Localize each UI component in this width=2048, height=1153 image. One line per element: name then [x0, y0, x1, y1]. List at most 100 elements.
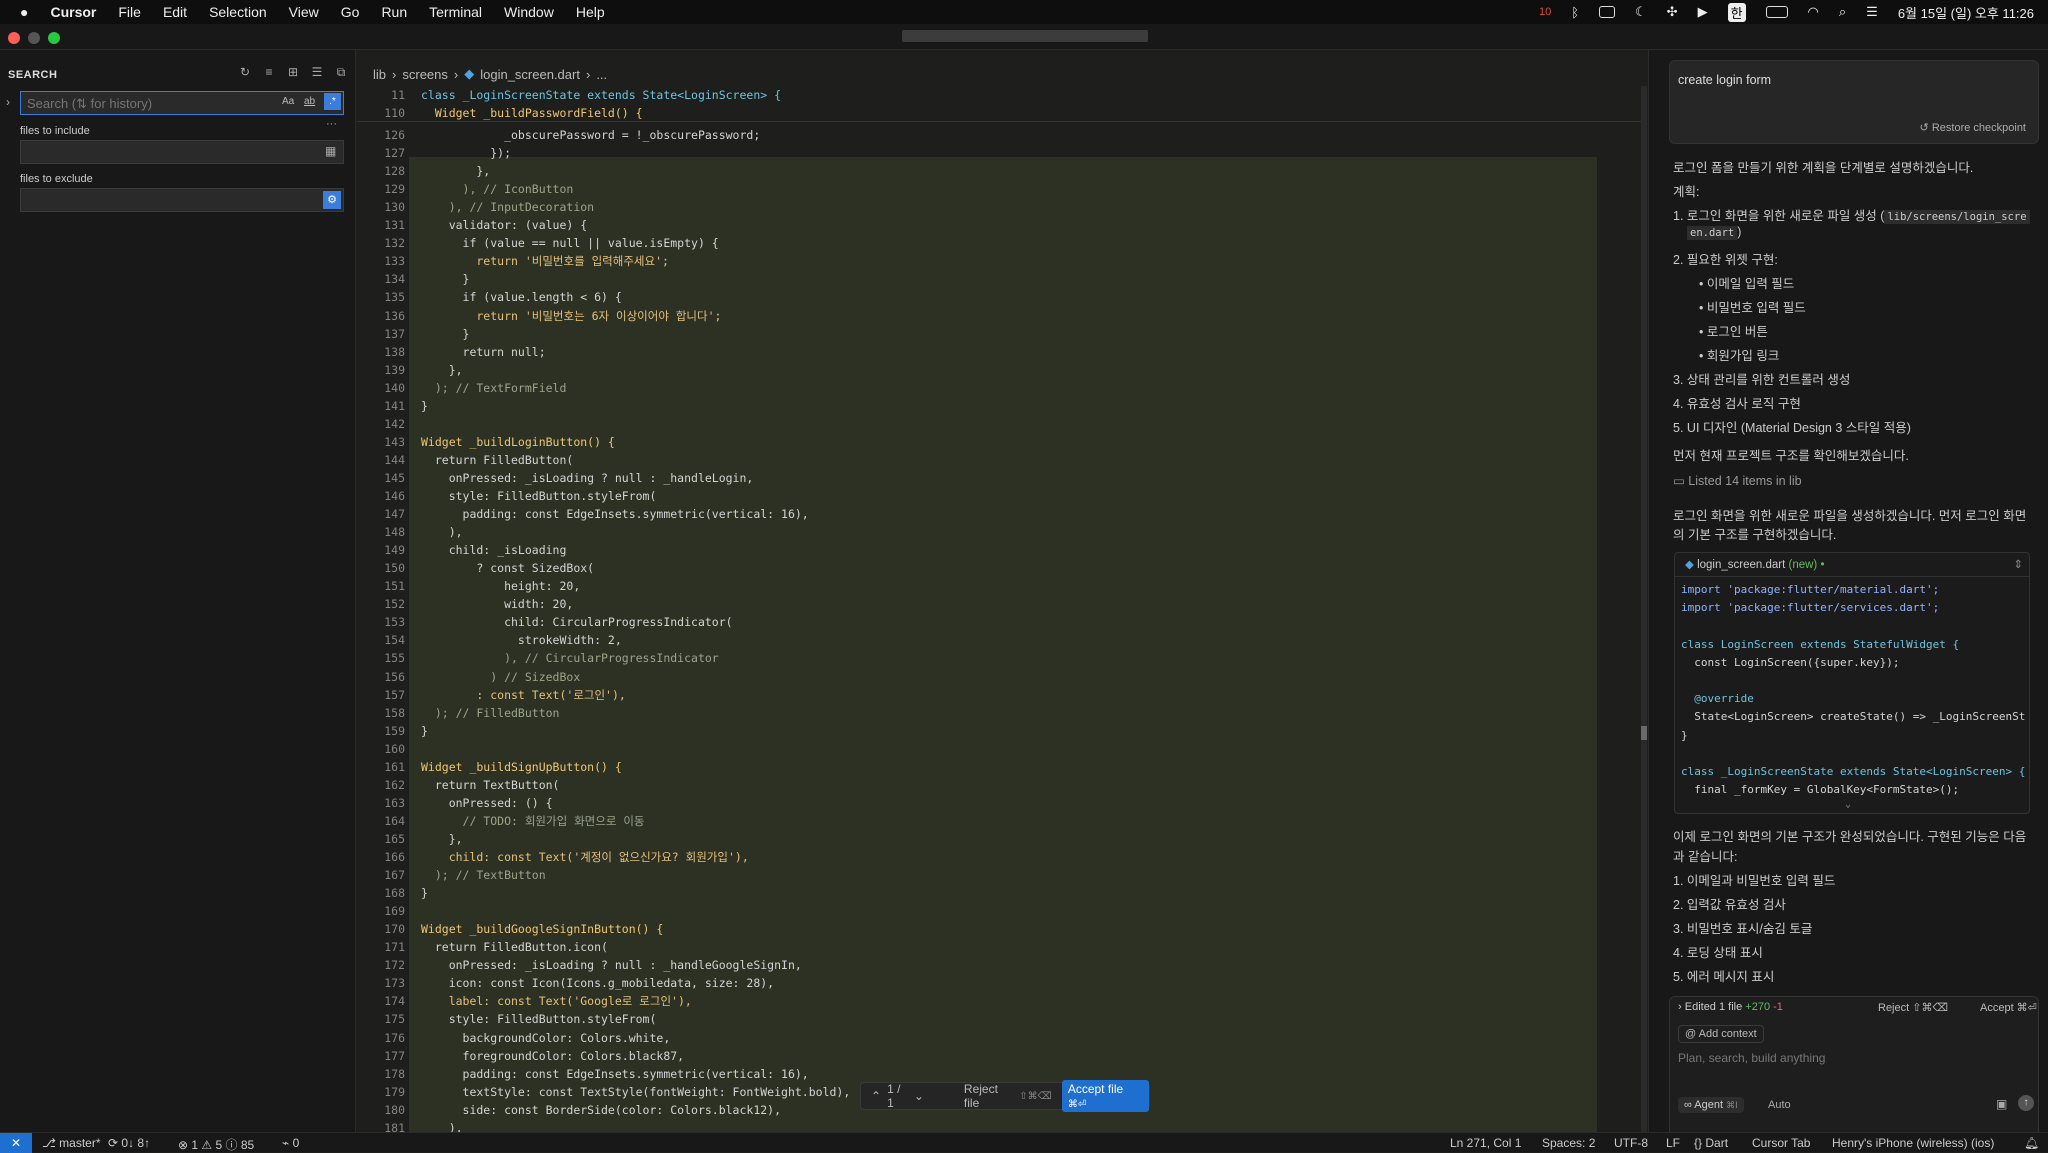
- code-line[interactable]: 157 : const Text('로그인'),: [357, 686, 1647, 704]
- ports-indicator[interactable]: ⌁ 0: [282, 1136, 299, 1150]
- code-line[interactable]: 131 validator: (value) {: [357, 216, 1647, 234]
- fan-icon[interactable]: ✣: [1667, 4, 1678, 20]
- expand-code-icon[interactable]: ⇕: [2013, 557, 2023, 571]
- code-file-name[interactable]: login_screen.dart: [1697, 559, 1785, 571]
- breadcrumb-screens[interactable]: screens: [402, 67, 448, 82]
- use-exclude-settings-icon[interactable]: ⚙: [323, 191, 341, 209]
- clear-results-icon[interactable]: ≡: [262, 66, 276, 78]
- code-line[interactable]: 172 onPressed: _isLoading ? null : _hand…: [357, 956, 1647, 974]
- menu-terminal[interactable]: Terminal: [429, 4, 482, 20]
- input-source-indicator[interactable]: 한: [1727, 2, 1746, 22]
- menu-view[interactable]: View: [289, 4, 319, 20]
- code-line[interactable]: 142: [357, 415, 1647, 433]
- menu-go[interactable]: Go: [341, 4, 360, 20]
- menu-run[interactable]: Run: [381, 4, 407, 20]
- code-line[interactable]: 168}: [357, 884, 1647, 902]
- more-options-icon[interactable]: ···: [326, 118, 337, 130]
- spotlight-search-icon[interactable]: ⌕: [1839, 4, 1846, 20]
- code-line[interactable]: 166 child: const Text('계정이 없으신가요? 회원가입')…: [357, 848, 1647, 866]
- editor-scrollbar[interactable]: [1641, 86, 1647, 1132]
- code-line[interactable]: 147 padding: const EdgeInsets.symmetric(…: [357, 505, 1647, 523]
- code-line[interactable]: 126 _obscurePassword = !_obscurePassword…: [357, 126, 1647, 144]
- code-line[interactable]: 153 child: CircularProgressIndicator(: [357, 613, 1647, 631]
- cursor-position[interactable]: Ln 271, Col 1: [1450, 1136, 1521, 1150]
- git-sync[interactable]: ⟳ 0↓ 8↑: [108, 1136, 150, 1150]
- add-context-button[interactable]: @ Add context: [1678, 1025, 1764, 1043]
- code-line[interactable]: 173 icon: const Icon(Icons.g_mobiledata,…: [357, 974, 1647, 992]
- new-search-editor-icon[interactable]: ⊞: [286, 66, 300, 78]
- code-line[interactable]: 175 style: FilledButton.styleFrom(: [357, 1010, 1647, 1028]
- code-area[interactable]: 126 _obscurePassword = !_obscurePassword…: [357, 86, 1647, 1132]
- code-line[interactable]: 159}: [357, 722, 1647, 740]
- toggle-replace-chevron-icon[interactable]: ›: [6, 95, 10, 109]
- code-line[interactable]: 150 ? const SizedBox(: [357, 559, 1647, 577]
- user-message-bubble[interactable]: create login form ↺ Restore checkpoint: [1669, 60, 2039, 144]
- problems-indicator[interactable]: ⊗ 1 ⚠ 5 ⓘ 85: [178, 1136, 254, 1153]
- chevron-up-icon[interactable]: ⌃: [871, 1089, 881, 1103]
- menu-help[interactable]: Help: [576, 4, 605, 20]
- device-selector[interactable]: Henry's iPhone (wireless) (ios): [1832, 1136, 1994, 1150]
- bluetooth-icon[interactable]: ᛒ: [1571, 5, 1579, 20]
- reject-file-button[interactable]: Reject file: [964, 1082, 1015, 1110]
- search-input[interactable]: [20, 91, 344, 115]
- wifi-icon[interactable]: ◠: [1808, 4, 1819, 20]
- code-line[interactable]: 162 return TextButton(: [357, 776, 1647, 794]
- code-line[interactable]: 139 },: [357, 361, 1647, 379]
- restore-checkpoint-button[interactable]: ↺ Restore checkpoint: [1920, 121, 2026, 134]
- notification-badge-icon[interactable]: 10: [1539, 6, 1551, 18]
- menu-file[interactable]: File: [118, 4, 141, 20]
- code-line[interactable]: 149 child: _isLoading: [357, 541, 1647, 559]
- code-line[interactable]: 148 ),: [357, 523, 1647, 541]
- code-line[interactable]: 156 ) // SizedBox: [357, 668, 1647, 686]
- chat-input[interactable]: Plan, search, build anything: [1678, 1051, 1825, 1065]
- code-expand-chevron-icon[interactable]: ⌄: [1845, 799, 1851, 810]
- files-include-input[interactable]: [20, 140, 344, 164]
- code-line[interactable]: 161 Widget _buildSignUpButton() {: [357, 758, 1647, 776]
- menu-selection[interactable]: Selection: [209, 4, 267, 20]
- code-line[interactable]: 178 padding: const EdgeInsets.symmetric(…: [357, 1065, 1647, 1083]
- code-line[interactable]: 170 Widget _buildGoogleSignInButton() {: [357, 920, 1647, 938]
- code-editor[interactable]: lib › screens › ◆ login_screen.dart › ... 1…: [357, 50, 1647, 1132]
- focus-moon-icon[interactable]: ☾: [1635, 4, 1647, 20]
- code-line[interactable]: 152 width: 20,: [357, 595, 1647, 613]
- cursor-tab-status[interactable]: Cursor Tab: [1752, 1136, 1810, 1150]
- search-open-editors-icon[interactable]: ▦: [325, 144, 336, 158]
- code-line[interactable]: 133 return '비밀번호를 입력해주세요';: [357, 252, 1647, 270]
- encoding-setting[interactable]: UTF-8: [1614, 1136, 1648, 1150]
- tool-call-listed[interactable]: ▭ Listed 14 items in lib: [1673, 473, 1802, 488]
- play-icon[interactable]: ▶: [1698, 4, 1708, 20]
- chevron-down-icon[interactable]: ⌄: [914, 1089, 924, 1103]
- code-block-preview[interactable]: ◆ login_screen.dart (new) • ⇕ import 'pa…: [1674, 552, 2030, 814]
- code-line[interactable]: 128 },: [357, 162, 1647, 180]
- whole-word-toggle[interactable]: ab: [304, 96, 315, 107]
- code-line[interactable]: 158 ); // FilledButton: [357, 704, 1647, 722]
- code-line[interactable]: 138 return null;: [357, 343, 1647, 361]
- code-line[interactable]: 163 onPressed: () {: [357, 794, 1647, 812]
- zoom-window-button[interactable]: [48, 32, 60, 44]
- menubar-clock[interactable]: 6월 15일 (일) 오후 11:26: [1898, 3, 2034, 22]
- code-line[interactable]: 135 if (value.length < 6) {: [357, 288, 1647, 306]
- code-line[interactable]: 141}: [357, 397, 1647, 415]
- code-line[interactable]: 140 ); // TextFormField: [357, 379, 1647, 397]
- indent-setting[interactable]: Spaces: 2: [1542, 1136, 1595, 1150]
- refresh-icon[interactable]: ↻: [238, 66, 252, 78]
- breadcrumb-lib[interactable]: lib: [373, 67, 386, 82]
- menu-window[interactable]: Window: [504, 4, 554, 20]
- code-line[interactable]: 174 label: const Text('Google로 로그인'),: [357, 992, 1647, 1010]
- code-line[interactable]: 177 foregroundColor: Colors.black87,: [357, 1047, 1647, 1065]
- code-line[interactable]: 143 Widget _buildLoginButton() {: [357, 433, 1647, 451]
- code-line[interactable]: 145 onPressed: _isLoading ? null : _hand…: [357, 469, 1647, 487]
- code-line[interactable]: 176 backgroundColor: Colors.white,: [357, 1029, 1647, 1047]
- breadcrumb-file[interactable]: login_screen.dart: [480, 67, 580, 82]
- code-line[interactable]: 129 ), // IconButton: [357, 180, 1647, 198]
- code-line[interactable]: 154 strokeWidth: 2,: [357, 631, 1647, 649]
- files-exclude-input[interactable]: [20, 188, 344, 212]
- code-line[interactable]: 160: [357, 740, 1647, 758]
- remote-indicator-icon[interactable]: ✕: [0, 1133, 32, 1153]
- code-line[interactable]: 171 return FilledButton.icon(: [357, 938, 1647, 956]
- image-attach-icon[interactable]: ▣: [1996, 1097, 2007, 1111]
- agent-mode-dropdown[interactable]: ∞ Agent ⌘I: [1678, 1097, 1744, 1113]
- code-line[interactable]: 155 ), // CircularProgressIndicator: [357, 649, 1647, 667]
- model-dropdown[interactable]: Auto: [1768, 1099, 1791, 1111]
- control-center-icon[interactable]: ☰: [1866, 4, 1878, 20]
